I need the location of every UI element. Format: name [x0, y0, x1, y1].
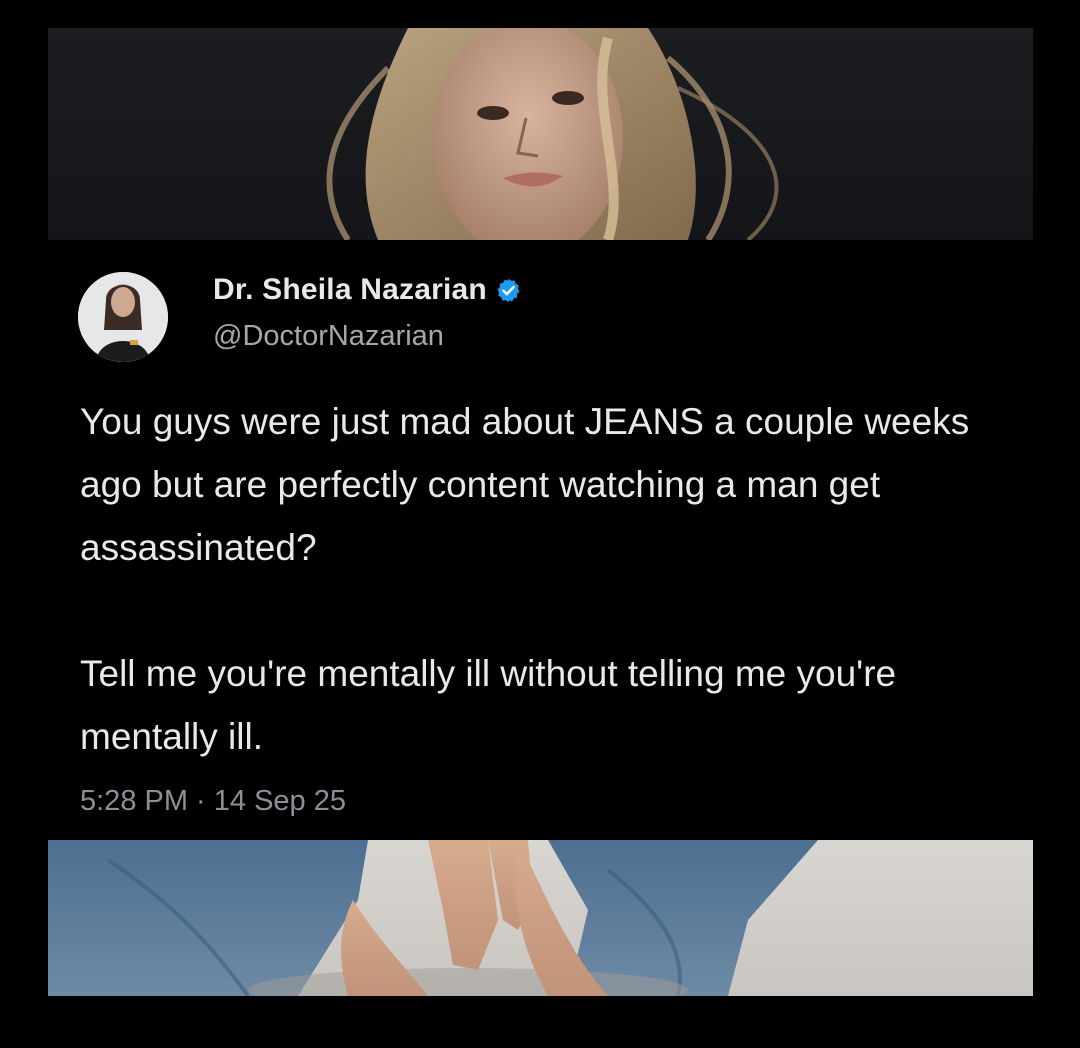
author-name-row[interactable]: Dr. Sheila Nazarian	[213, 273, 522, 307]
tweet-paragraph: You guys were just mad about JEANS a cou…	[80, 401, 970, 568]
verified-badge-icon	[495, 277, 522, 304]
tweet-card[interactable]: Dr. Sheila Nazarian @DoctorNazarian You …	[48, 240, 1033, 840]
author-handle[interactable]: @DoctorNazarian	[213, 320, 444, 353]
image-panel: Dr. Sheila Nazarian @DoctorNazarian You …	[48, 28, 1033, 996]
tweet-paragraph: Tell me you're mentally ill without tell…	[80, 653, 897, 757]
portrait-photo	[48, 28, 1033, 240]
screenshot-frame: Dr. Sheila Nazarian @DoctorNazarian You …	[0, 0, 1080, 1048]
tweet-body: You guys were just mad about JEANS a cou…	[80, 390, 1020, 768]
author-display-name[interactable]: Dr. Sheila Nazarian	[213, 273, 487, 307]
tweet-timestamp[interactable]: 5:28 PM · 14 Sep 25	[80, 785, 346, 818]
jeans-photo	[48, 840, 1033, 996]
avatar[interactable]	[78, 272, 168, 362]
